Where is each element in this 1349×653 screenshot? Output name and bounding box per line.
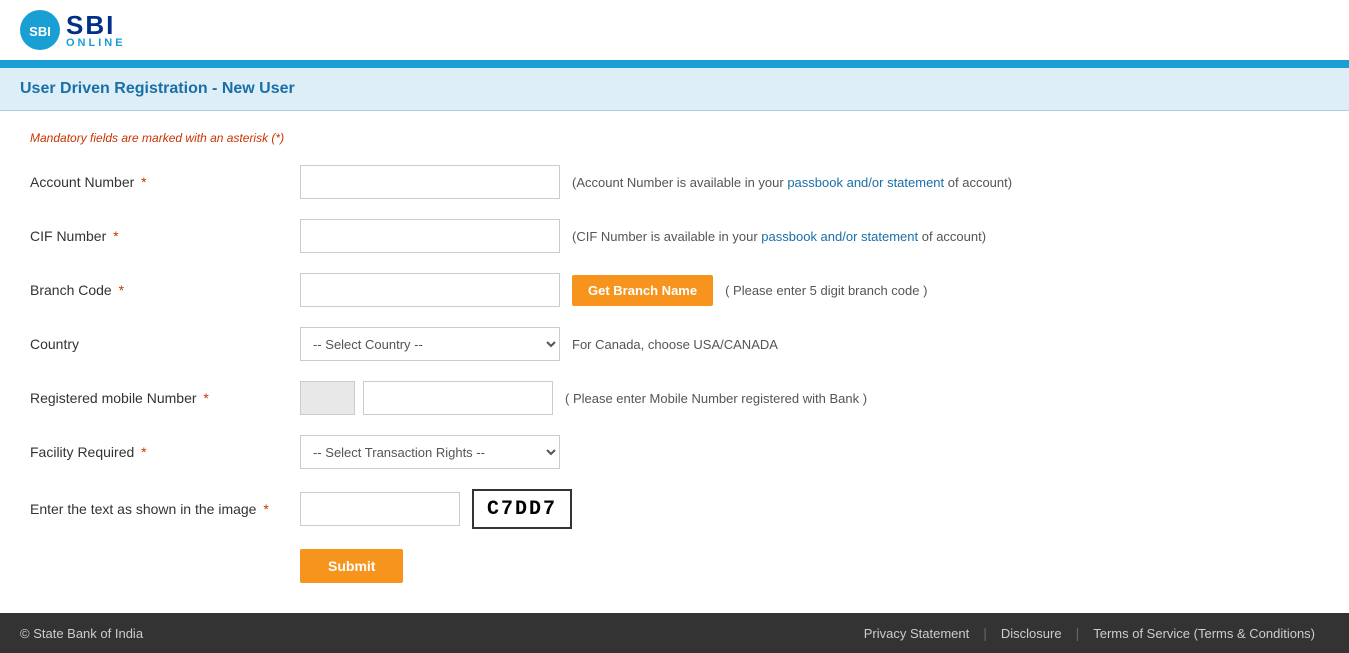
mobile-country-code-input[interactable] bbox=[300, 381, 355, 415]
facility-required-label: Facility Required * bbox=[30, 444, 300, 460]
footer-copyright: © State Bank of India bbox=[20, 626, 143, 641]
mobile-number-input[interactable] bbox=[363, 381, 553, 415]
privacy-statement-link[interactable]: Privacy Statement bbox=[850, 626, 984, 641]
main-content: Mandatory fields are marked with an aste… bbox=[0, 111, 1349, 613]
header: SBI SBI ONLINE bbox=[0, 0, 1349, 63]
account-number-input-area: (Account Number is available in your pas… bbox=[300, 165, 1319, 199]
mobile-number-hint: ( Please enter Mobile Number registered … bbox=[565, 391, 867, 406]
mobile-number-row: Registered mobile Number * ( Please ente… bbox=[30, 381, 1319, 415]
branch-code-input[interactable] bbox=[300, 273, 560, 307]
submit-row: Submit bbox=[30, 549, 1319, 583]
mobile-number-label: Registered mobile Number * bbox=[30, 390, 300, 406]
account-number-row: Account Number * (Account Number is avai… bbox=[30, 165, 1319, 199]
get-branch-name-button[interactable]: Get Branch Name bbox=[572, 275, 713, 306]
page-title: User Driven Registration - New User bbox=[20, 80, 1329, 98]
captcha-input-area: C7DD7 bbox=[300, 489, 1319, 529]
branch-code-input-area: Get Branch Name ( Please enter 5 digit b… bbox=[300, 273, 1319, 307]
mobile-number-input-area: ( Please enter Mobile Number registered … bbox=[300, 381, 1319, 415]
captcha-row: Enter the text as shown in the image * C… bbox=[30, 489, 1319, 529]
captcha-text-input[interactable] bbox=[300, 492, 460, 526]
logo-sbi-text: SBI bbox=[66, 12, 126, 38]
facility-required-select[interactable]: -- Select Transaction Rights -- View Onl… bbox=[300, 435, 560, 469]
captcha-label: Enter the text as shown in the image * bbox=[30, 501, 300, 517]
terms-of-service-link[interactable]: Terms of Service (Terms & Conditions) bbox=[1079, 626, 1329, 641]
account-number-hint: (Account Number is available in your pas… bbox=[572, 175, 1012, 190]
country-input-area: -- Select Country -- USA/CANADA India Un… bbox=[300, 327, 1319, 361]
account-number-input[interactable] bbox=[300, 165, 560, 199]
logo-online-text: ONLINE bbox=[66, 38, 126, 49]
footer: © State Bank of India Privacy Statement … bbox=[0, 613, 1349, 653]
branch-code-label: Branch Code * bbox=[30, 282, 300, 298]
logo-container: SBI SBI ONLINE bbox=[20, 10, 126, 50]
branch-code-row: Branch Code * Get Branch Name ( Please e… bbox=[30, 273, 1319, 307]
footer-links: Privacy Statement | Disclosure | Terms o… bbox=[850, 625, 1329, 641]
cif-number-label: CIF Number * bbox=[30, 228, 300, 244]
captcha-image: C7DD7 bbox=[472, 489, 572, 529]
page-title-bar: User Driven Registration - New User bbox=[0, 68, 1349, 111]
facility-required-input-area: -- Select Transaction Rights -- View Onl… bbox=[300, 435, 1319, 469]
cif-number-hint: (CIF Number is available in your passboo… bbox=[572, 229, 986, 244]
cif-number-row: CIF Number * (CIF Number is available in… bbox=[30, 219, 1319, 253]
country-hint: For Canada, choose USA/CANADA bbox=[572, 337, 778, 352]
cif-number-input[interactable] bbox=[300, 219, 560, 253]
mobile-inputs-group bbox=[300, 381, 553, 415]
submit-button[interactable]: Submit bbox=[300, 549, 403, 583]
cif-number-input-area: (CIF Number is available in your passboo… bbox=[300, 219, 1319, 253]
svg-text:SBI: SBI bbox=[29, 24, 51, 39]
logo-text: SBI ONLINE bbox=[66, 12, 126, 49]
account-number-label: Account Number * bbox=[30, 174, 300, 190]
country-select[interactable]: -- Select Country -- USA/CANADA India Un… bbox=[300, 327, 560, 361]
mandatory-note: Mandatory fields are marked with an aste… bbox=[30, 131, 1319, 145]
country-label: Country bbox=[30, 336, 300, 352]
country-row: Country -- Select Country -- USA/CANADA … bbox=[30, 327, 1319, 361]
disclosure-link[interactable]: Disclosure bbox=[987, 626, 1076, 641]
facility-required-row: Facility Required * -- Select Transactio… bbox=[30, 435, 1319, 469]
sbi-logo-icon: SBI bbox=[20, 10, 60, 50]
branch-code-hint: ( Please enter 5 digit branch code ) bbox=[725, 283, 927, 298]
